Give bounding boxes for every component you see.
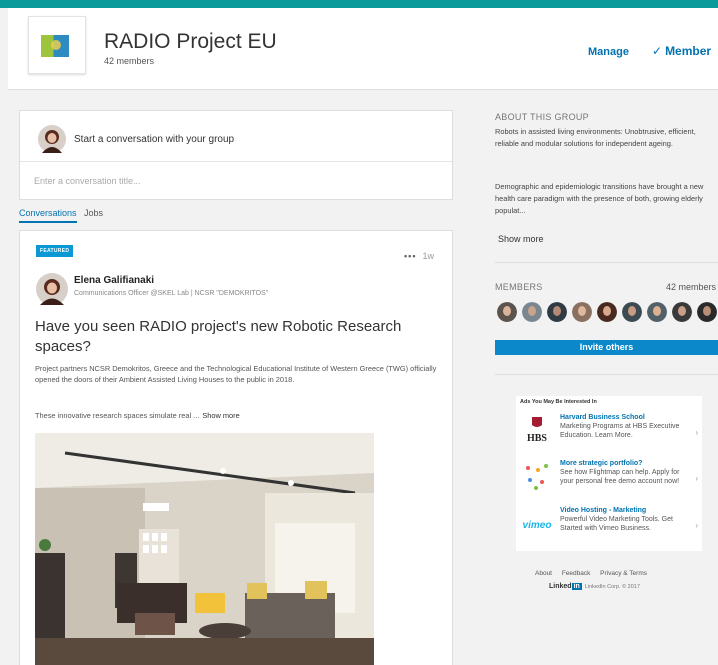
post-age: 1w [422, 251, 434, 261]
ads-panel: Ads You May Be Interested In HBS Harvard… [516, 396, 702, 551]
footer-about-link[interactable]: About [535, 570, 552, 577]
svg-text:HBS: HBS [527, 433, 547, 444]
chevron-right-icon: › [695, 521, 698, 530]
ad-text: See how Flightmap can help. Apply for yo… [560, 469, 680, 485]
sidebar-divider [495, 374, 718, 375]
footer-links: About Feedback Privacy & Terms [535, 570, 655, 577]
group-tabs: Conversations Jobs [19, 208, 108, 223]
group-header: RADIO Project EU 42 members Manage ✓ Memb… [8, 8, 718, 90]
footer-brand: Linked in LinkedIn Corp. © 2017 [549, 583, 640, 590]
sidebar-divider [495, 262, 718, 263]
member-label: Member [665, 44, 712, 58]
ad-title[interactable]: Video Hosting - Marketing [560, 507, 646, 514]
svg-text:vimeo: vimeo [523, 520, 552, 531]
about-paragraph-2: Demographic and epidemiologic transition… [495, 182, 704, 215]
ad-text: Marketing Programs at HBS Executive Educ… [560, 423, 680, 439]
author-avatar[interactable] [36, 273, 68, 305]
footer-privacy-link[interactable]: Privacy & Terms [600, 570, 647, 577]
ad-text: Powerful Video Marketing Tools. Get Star… [560, 516, 673, 532]
ad-item-flightmap[interactable]: More strategic portfolio? See how Flight… [520, 460, 698, 500]
vimeo-logo-icon: vimeo [520, 507, 554, 541]
members-count[interactable]: 42 members [666, 282, 716, 292]
footer-feedback-link[interactable]: Feedback [562, 570, 591, 577]
member-avatar[interactable] [622, 302, 642, 322]
member-avatar[interactable] [497, 302, 517, 322]
members-heading: MEMBERS [495, 282, 543, 292]
footer-copyright: LinkedIn Corp. © 2017 [584, 584, 640, 590]
composer-prompt[interactable]: Start a conversation with your group [74, 134, 234, 145]
user-avatar [38, 125, 66, 153]
tab-jobs[interactable]: Jobs [84, 208, 103, 221]
member-avatar[interactable] [522, 302, 542, 322]
post-teaser-text: These innovative research spaces simulat… [35, 411, 200, 420]
post-body: Project partners NCSR Demokritos, Greece… [35, 364, 437, 384]
post-title[interactable]: Have you seen RADIO project's new Roboti… [35, 317, 435, 357]
ad-title[interactable]: Harvard Business School [560, 414, 645, 421]
author-role: Communications Officer @SKEL Lab | NCSR … [74, 290, 269, 297]
invite-others-button[interactable]: Invite others [495, 340, 718, 355]
chevron-right-icon: › [695, 474, 698, 483]
post-teaser: These innovative research spaces simulat… [35, 411, 440, 420]
about-show-more[interactable]: Show more [498, 234, 544, 244]
chevron-right-icon: › [695, 428, 698, 437]
more-dots-icon[interactable]: ••• [404, 251, 416, 261]
flightmap-icon [520, 460, 554, 494]
group-logo[interactable] [28, 16, 86, 74]
ads-heading: Ads You May Be Interested In [520, 399, 597, 405]
composer-divider [20, 161, 452, 162]
member-avatar[interactable] [572, 302, 592, 322]
linkedin-in-icon: in [571, 583, 582, 590]
ad-title[interactable]: More strategic portfolio? [560, 460, 642, 467]
about-heading: ABOUT THIS GROUP [495, 112, 589, 122]
post-meta: ••• 1w [404, 251, 434, 261]
featured-post: FEATURED ••• 1w Elena Galifianaki Communi… [19, 230, 453, 665]
member-avatar[interactable] [547, 302, 567, 322]
about-paragraph-1: Robots in assisted living environments: … [495, 127, 696, 148]
top-accent-bar [0, 0, 718, 8]
checkmark-icon: ✓ [652, 44, 663, 58]
conversation-title-input[interactable] [34, 171, 434, 191]
post-image[interactable] [35, 433, 374, 665]
ad-item-vimeo[interactable]: vimeo Video Hosting - Marketing Powerful… [520, 507, 698, 547]
conversation-composer: Start a conversation with your group [19, 110, 453, 200]
radio-logo-icon [41, 35, 69, 57]
group-member-count[interactable]: 42 members [104, 56, 154, 66]
manage-link[interactable]: Manage [588, 46, 629, 58]
member-avatar[interactable] [647, 302, 667, 322]
member-avatars [495, 302, 718, 322]
hbs-logo-icon: HBS [520, 414, 554, 448]
featured-badge: FEATURED [36, 245, 74, 257]
post-show-more[interactable]: Show more [202, 411, 239, 420]
tab-conversations[interactable]: Conversations [19, 208, 77, 223]
linkedin-wordmark: Linked [549, 583, 572, 590]
group-title: RADIO Project EU [104, 30, 277, 53]
member-avatar[interactable] [597, 302, 617, 322]
member-button[interactable]: ✓ Member [652, 44, 711, 58]
author-name[interactable]: Elena Galifianaki [74, 275, 154, 286]
member-avatar[interactable] [697, 302, 717, 322]
member-avatar[interactable] [672, 302, 692, 322]
ad-item-harvard[interactable]: HBS Harvard Business School Marketing Pr… [520, 414, 698, 454]
